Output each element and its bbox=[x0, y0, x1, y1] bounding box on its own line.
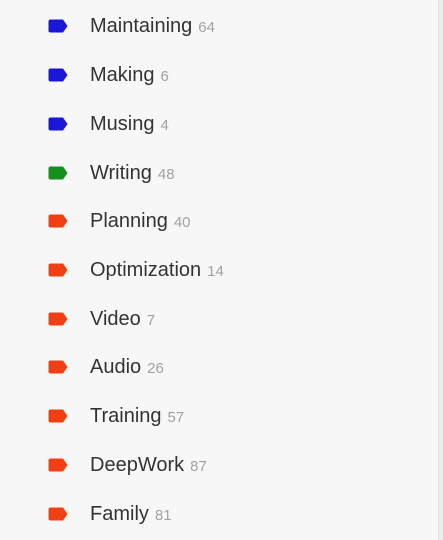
tag-count: 26 bbox=[147, 360, 164, 377]
tag-icon bbox=[48, 166, 68, 180]
tag-name: Video bbox=[90, 308, 141, 330]
tag-icon-shape bbox=[48, 214, 68, 228]
tag-icon-shape bbox=[48, 117, 68, 131]
tag-count: 64 bbox=[198, 19, 215, 36]
tag-count: 81 bbox=[154, 507, 172, 524]
tag-count: 87 bbox=[190, 458, 207, 475]
tag-count: 48 bbox=[157, 166, 175, 183]
tag-icon bbox=[48, 263, 68, 277]
tag-count: 40 bbox=[173, 214, 191, 231]
tag-row-video[interactable]: Video 7 bbox=[0, 300, 437, 340]
tag-label: Maintaining 64 bbox=[90, 13, 215, 41]
tag-row-training[interactable]: Training 57 bbox=[0, 397, 437, 437]
tag-count: 57 bbox=[167, 409, 185, 426]
tag-name: Audio bbox=[90, 356, 142, 378]
tag-name: DeepWork bbox=[90, 454, 185, 476]
tag-name: Musing bbox=[90, 113, 155, 135]
tag-row-musing[interactable]: Musing 4 bbox=[0, 105, 437, 145]
tag-icon bbox=[48, 360, 68, 374]
tag-label: Writing 48 bbox=[90, 160, 175, 188]
tag-icon-shape bbox=[48, 68, 68, 82]
tag-row-audio[interactable]: Audio 26 bbox=[0, 348, 437, 388]
tag-icon-shape bbox=[48, 263, 68, 277]
tag-name: Optimization bbox=[90, 259, 202, 281]
tag-icon-shape bbox=[48, 312, 68, 326]
tag-icon-shape bbox=[48, 19, 68, 33]
tag-count: 7 bbox=[146, 312, 156, 329]
tag-icon bbox=[48, 214, 68, 228]
tag-icon bbox=[48, 117, 68, 131]
tag-label: Audio 26 bbox=[90, 354, 164, 382]
tag-icon bbox=[48, 68, 68, 82]
tag-row-writing[interactable]: Writing 48 bbox=[0, 154, 437, 194]
tag-name: Maintaining bbox=[90, 15, 193, 37]
tag-icon bbox=[48, 458, 68, 472]
panel-divider bbox=[438, 0, 443, 540]
tag-label: Video 7 bbox=[90, 306, 155, 334]
tag-count: 4 bbox=[160, 117, 169, 134]
tag-icon-shape bbox=[48, 166, 68, 180]
tag-label: DeepWork 87 bbox=[90, 452, 207, 480]
tag-label: Optimization 14 bbox=[90, 257, 224, 285]
tag-icon-shape bbox=[48, 360, 68, 374]
tag-name: Writing bbox=[90, 162, 152, 184]
tag-row-planning[interactable]: Planning 40 bbox=[0, 202, 437, 242]
tag-icon bbox=[48, 507, 68, 521]
tag-icon-shape bbox=[48, 458, 68, 472]
tag-row-deepwork[interactable]: DeepWork 87 bbox=[0, 446, 437, 486]
tag-name: Training bbox=[90, 405, 162, 427]
tag-name: Making bbox=[90, 64, 155, 86]
tag-icon bbox=[48, 19, 68, 33]
tag-icon bbox=[48, 312, 68, 326]
tag-row-making[interactable]: Making 6 bbox=[0, 56, 437, 96]
tag-label: Making 6 bbox=[90, 62, 169, 90]
tag-name: Family bbox=[90, 503, 149, 525]
tag-label: Training 57 bbox=[90, 403, 184, 431]
tag-label: Musing 4 bbox=[90, 111, 169, 139]
tag-label: Family 81 bbox=[90, 501, 172, 529]
tag-count: 6 bbox=[160, 68, 169, 85]
tag-icon-shape bbox=[48, 507, 68, 521]
tag-row-family[interactable]: Family 81 bbox=[0, 495, 437, 535]
tag-name: Planning bbox=[90, 210, 168, 232]
tag-row-optimization[interactable]: Optimization 14 bbox=[0, 251, 437, 291]
tag-icon bbox=[48, 409, 68, 423]
tag-icon-shape bbox=[48, 409, 68, 423]
tag-count: 14 bbox=[207, 263, 224, 280]
tag-row-maintaining[interactable]: Maintaining 64 bbox=[0, 7, 437, 47]
tag-label: Planning 40 bbox=[90, 208, 191, 236]
